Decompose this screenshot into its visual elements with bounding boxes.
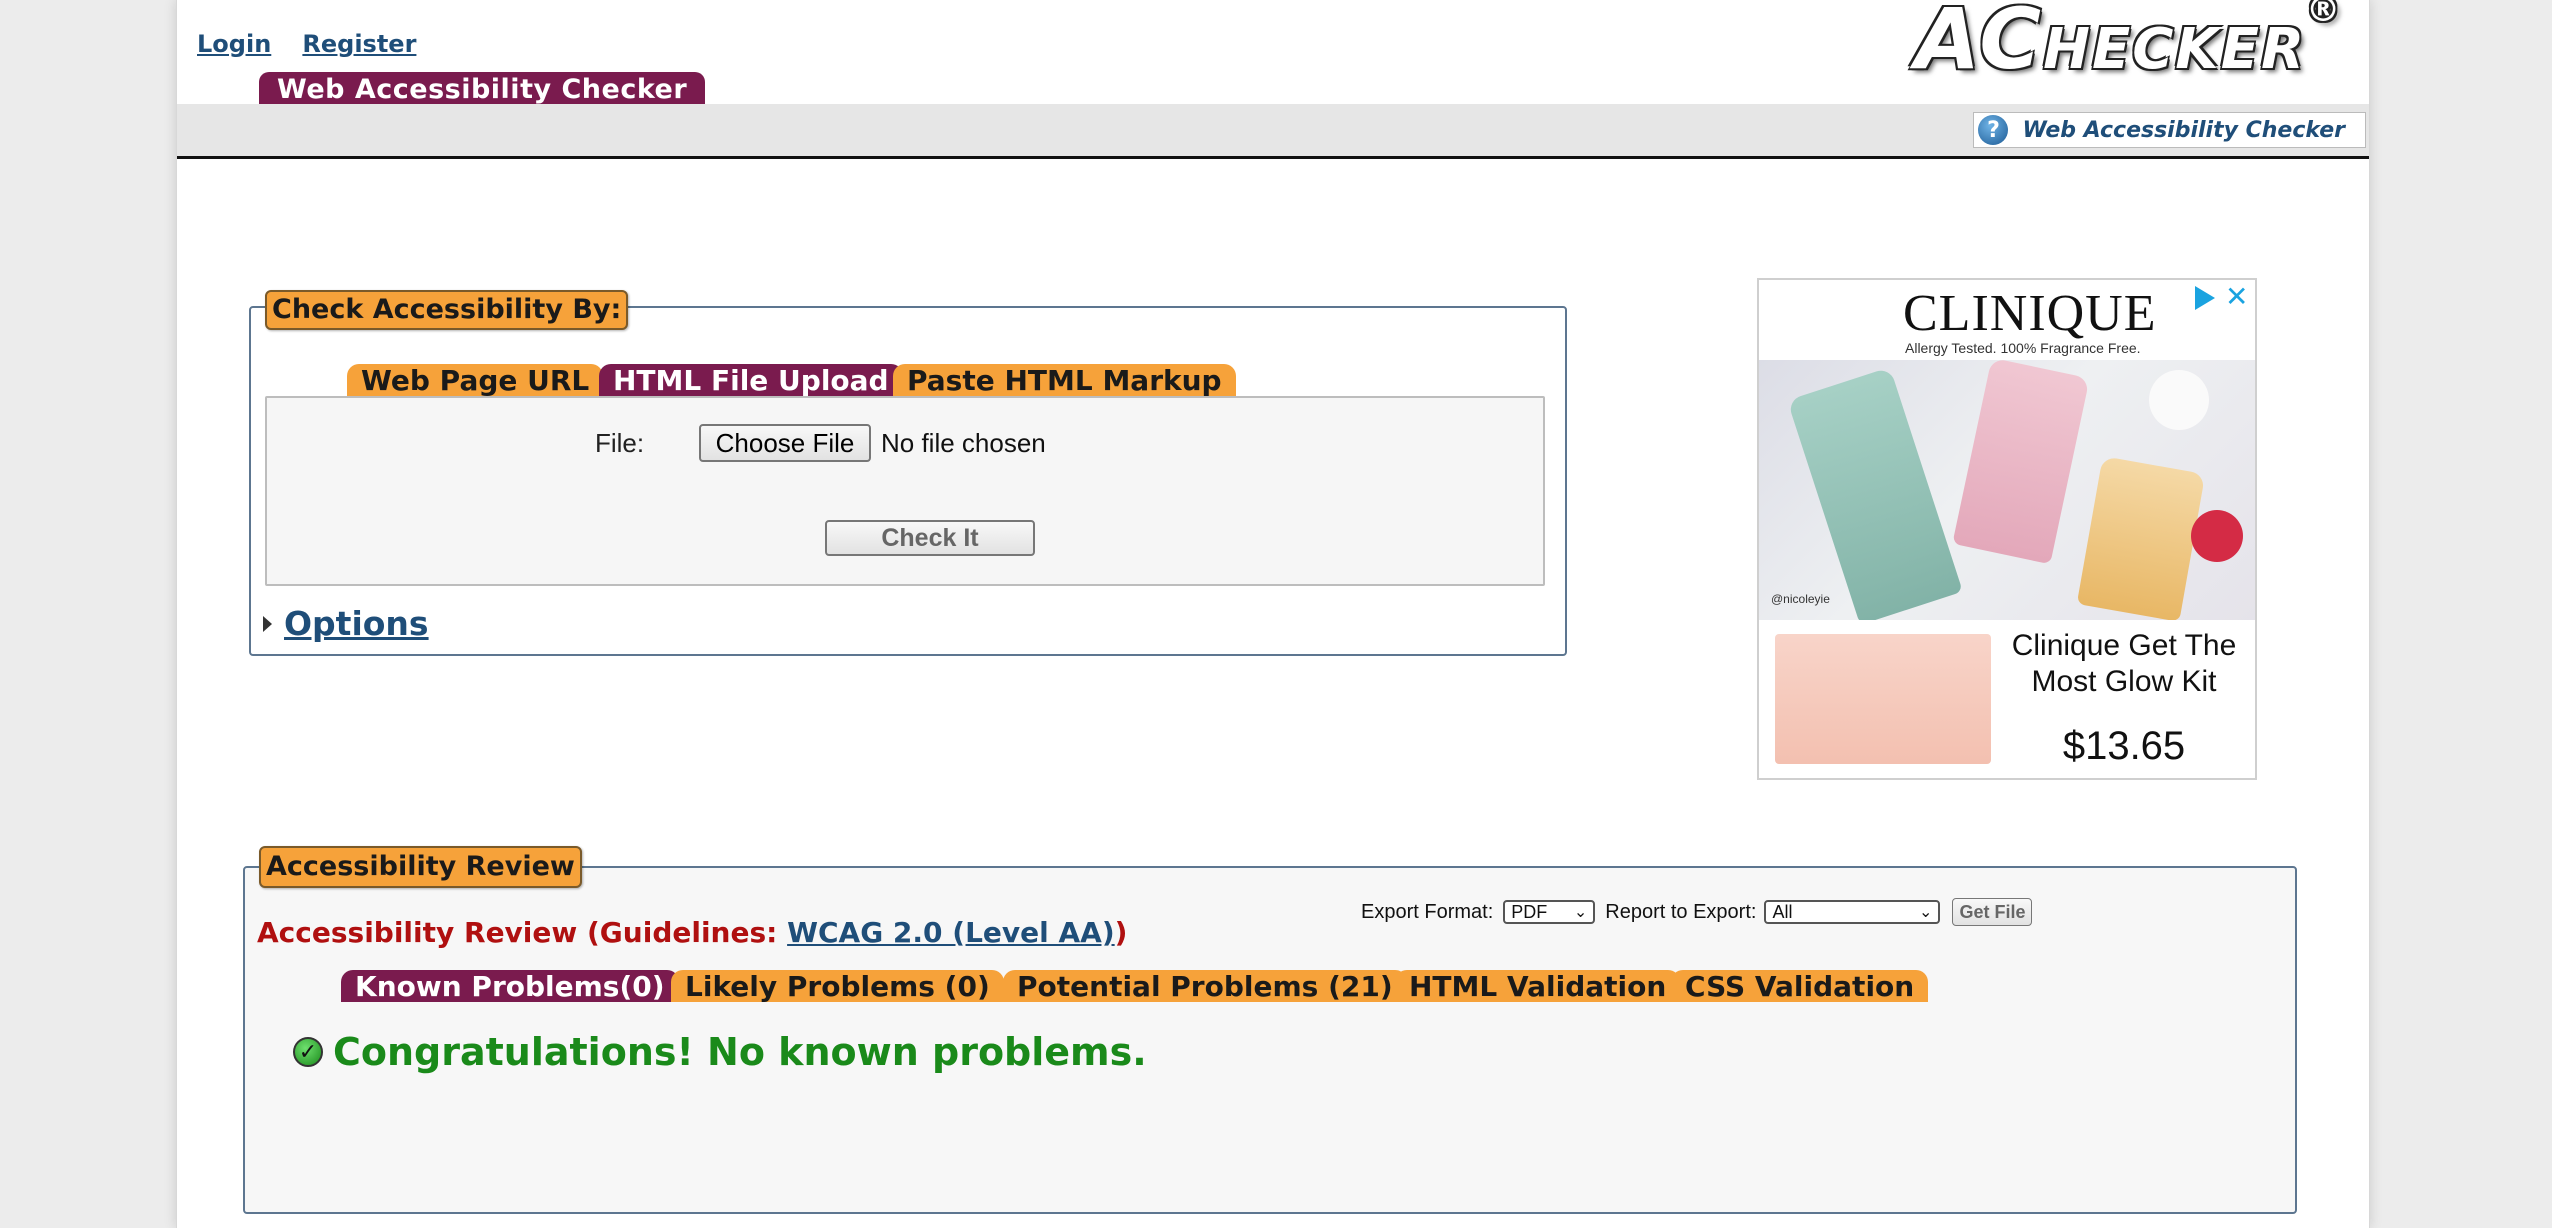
tab-likely-problems[interactable]: Likely Problems (0)	[671, 970, 1004, 1003]
tab-html-validation[interactable]: HTML Validation	[1395, 970, 1681, 1003]
report-to-export-label: Report to Export:	[1605, 900, 1757, 923]
advertisement[interactable]: CLINIQUE Allergy Tested. 100% Fragrance …	[1757, 278, 2257, 780]
login-link[interactable]: Login	[197, 30, 271, 58]
register-link[interactable]: Register	[302, 30, 416, 58]
tab-css-validation[interactable]: CSS Validation	[1671, 970, 1929, 1003]
tab-paste-html-markup[interactable]: Paste HTML Markup	[893, 364, 1236, 397]
export-format-value: PDF	[1511, 901, 1548, 922]
report-to-export-value: All	[1772, 901, 1793, 922]
choose-file-button[interactable]: Choose File	[699, 424, 871, 462]
header-bar: ? Web Accessibility Checker	[177, 104, 2369, 159]
bottle-pink	[1952, 357, 2090, 565]
tab-html-file-upload[interactable]: HTML File Upload	[599, 364, 903, 397]
bottle-green	[1787, 367, 1963, 625]
ad-price: $13.65	[2062, 724, 2186, 768]
ad-photo-credit: @nicoleyie	[1771, 592, 1830, 606]
site-title-tab: Web Accessibility Checker	[259, 72, 706, 106]
wcag-guideline-link[interactable]: WCAG 2.0 (Level AA)	[787, 916, 1115, 949]
check-it-button[interactable]: Check It	[825, 520, 1035, 556]
logo-initials: AC	[1915, 0, 2044, 88]
flower-red	[2191, 510, 2243, 562]
ad-close-icon[interactable]: ✕	[2225, 280, 2248, 313]
logo-text: HECKER	[2043, 17, 2307, 82]
file-label: File:	[595, 428, 645, 458]
top-links: Login Register	[197, 30, 416, 58]
report-to-export-select[interactable]: All ⌄	[1764, 900, 1941, 924]
ad-choices-icon[interactable]	[2195, 286, 2215, 310]
header-home-link[interactable]: ? Web Accessibility Checker	[1973, 112, 2366, 148]
achecker-logo: ACHECKER®	[1915, 0, 2342, 88]
upload-panel: File: Choose File No file chosen Check I…	[265, 396, 1545, 586]
options-toggle[interactable]: Options	[263, 604, 429, 643]
check-accessibility-legend: Check Accessibility By:	[265, 290, 629, 330]
export-controls: Export Format: PDF ⌄ Report to Export: A…	[1361, 898, 2033, 926]
review-heading-suffix: )	[1114, 916, 1128, 949]
triangle-right-icon	[263, 615, 272, 632]
ad-header: CLINIQUE Allergy Tested. 100% Fragrance …	[1759, 280, 2255, 360]
logo-registered: ®	[2306, 0, 2343, 30]
accessibility-review-legend: Accessibility Review	[259, 846, 582, 888]
ad-brand: CLINIQUE	[1903, 285, 2157, 342]
header-home-link-label: Web Accessibility Checker	[2022, 117, 2345, 143]
chevron-down-icon: ⌄	[1919, 904, 1933, 921]
ad-footer: Clinique Get The Most Glow Kit $13.65	[1759, 620, 2255, 778]
options-link[interactable]: Options	[284, 604, 429, 643]
tab-web-page-url[interactable]: Web Page URL	[347, 364, 604, 397]
ad-product-name: Clinique Get The Most Glow Kit	[2011, 629, 2237, 698]
ad-kit-image	[1775, 634, 1991, 764]
review-heading-prefix: Accessibility Review (Guidelines:	[257, 916, 788, 949]
tab-known-problems[interactable]: Known Problems(0)	[341, 970, 679, 1003]
chevron-down-icon: ⌄	[1573, 904, 1588, 921]
success-message-text: Congratulations! No known problems.	[333, 1030, 1147, 1074]
help-globe-icon: ?	[1978, 115, 2009, 145]
page-container: Login Register ACHECKER® Web Accessibili…	[176, 0, 2370, 1228]
export-format-select[interactable]: PDF ⌄	[1503, 900, 1596, 924]
tab-potential-problems[interactable]: Potential Problems (21)	[1003, 970, 1407, 1003]
get-file-button[interactable]: Get File	[1952, 898, 2033, 926]
checkmark-icon: ✓	[293, 1037, 323, 1067]
flower-white	[2149, 370, 2209, 430]
ad-product-photo: @nicoleyie	[1759, 357, 2255, 625]
success-message: ✓ Congratulations! No known problems.	[293, 1030, 1147, 1074]
no-file-chosen-text: No file chosen	[881, 428, 1046, 458]
review-heading: Accessibility Review (Guidelines: WCAG 2…	[257, 916, 1127, 949]
bottle-yellow	[2076, 456, 2206, 622]
ad-tagline: Allergy Tested. 100% Fragrance Free.	[1905, 340, 2141, 356]
export-format-label: Export Format:	[1361, 900, 1494, 923]
